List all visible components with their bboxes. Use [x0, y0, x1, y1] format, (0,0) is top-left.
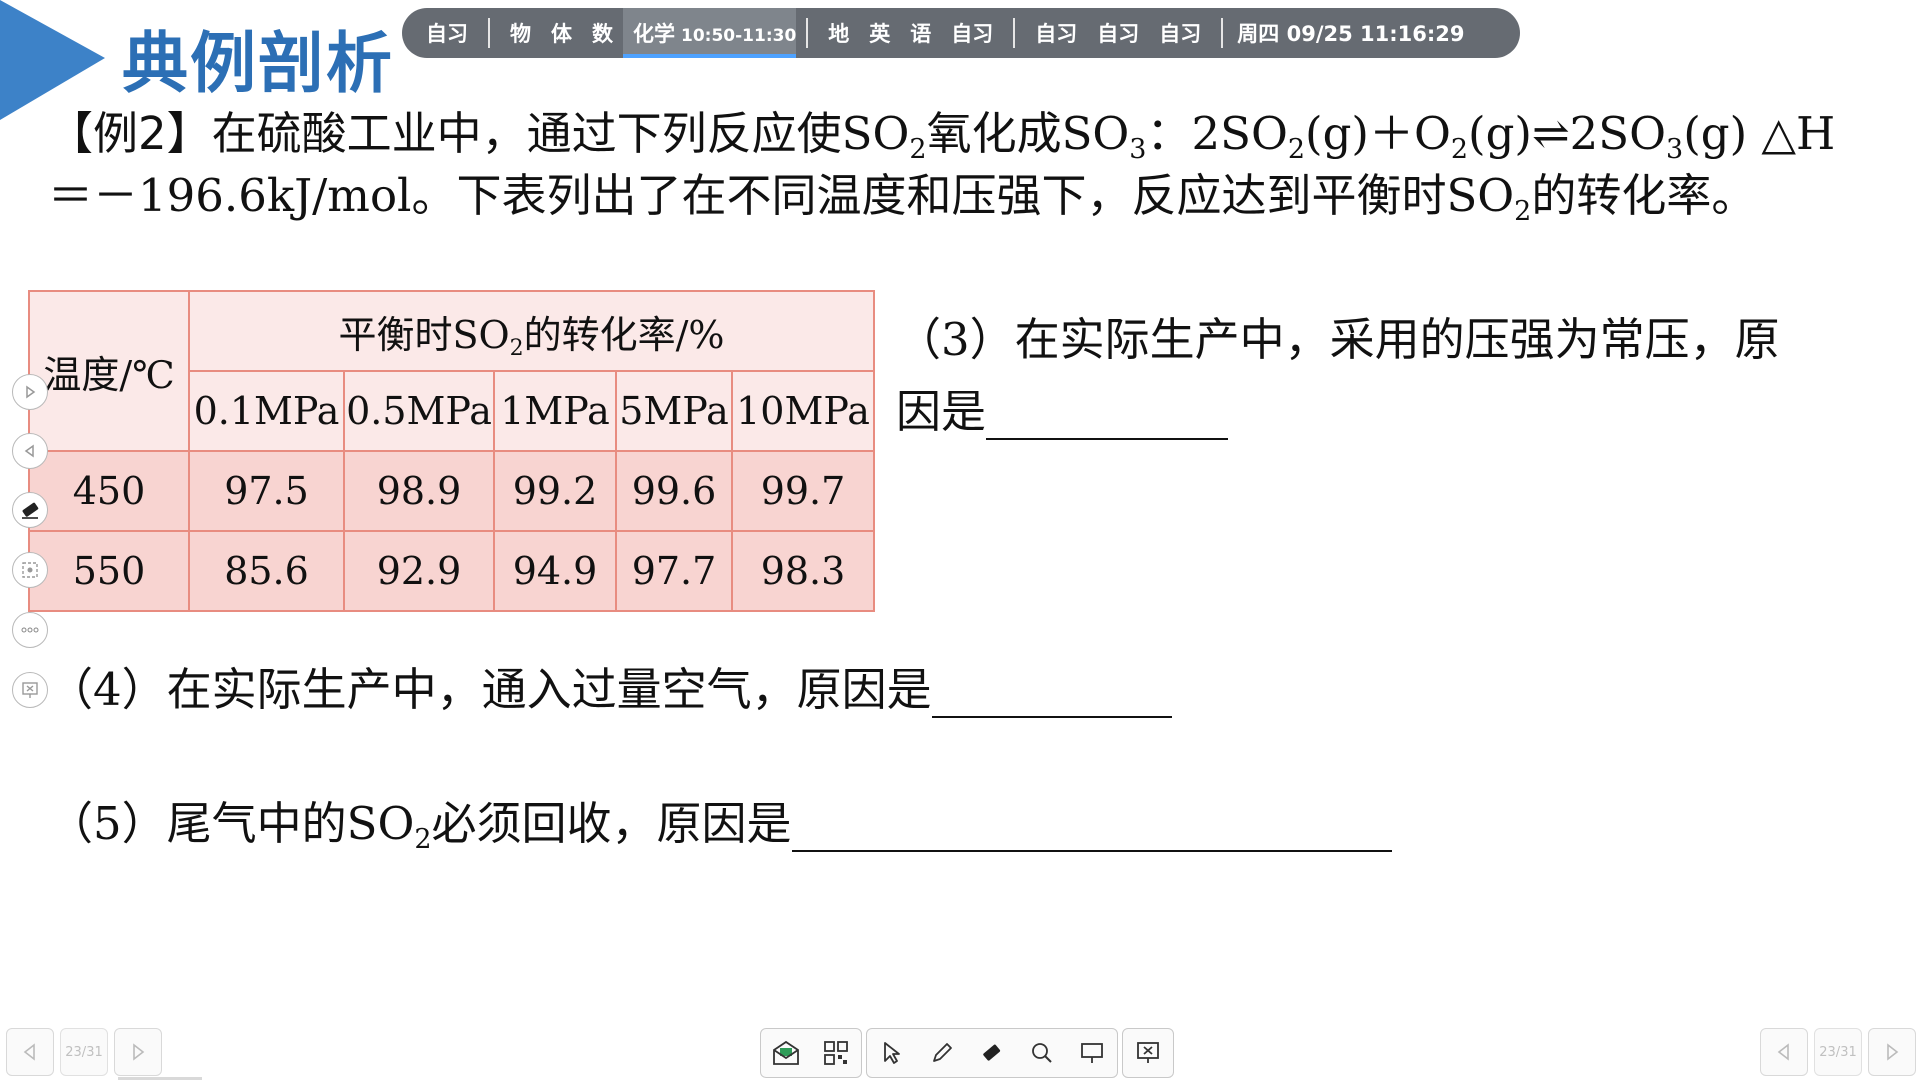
answer-blank[interactable]: [931, 668, 1172, 718]
rate-cell: 92.9: [343, 530, 495, 612]
play-icon: [26, 385, 36, 399]
eraser-side-button[interactable]: [12, 492, 48, 528]
bottom-toolbar: [760, 1028, 1174, 1078]
schedule-slot[interactable]: 英: [859, 18, 900, 48]
header-arrow-shape: [0, 0, 105, 120]
pen-icon: [933, 1043, 952, 1062]
schedule-slot[interactable]: 自习: [941, 18, 1003, 48]
cursor-icon: [884, 1042, 900, 1064]
schedule-slot[interactable]: 语: [900, 18, 941, 48]
temperature-header: 温度/℃: [28, 290, 190, 452]
conversion-rate-header: 平衡时SO2的转化率/%: [188, 290, 875, 372]
pager-left: 23/31: [6, 1028, 162, 1076]
grid-icon: [824, 1041, 848, 1065]
table-row: 550 85.6 92.9 94.9 97.7 98.3: [28, 530, 875, 612]
temperature-cell: 550: [28, 530, 190, 612]
toolbar-group-exit: [1122, 1028, 1174, 1078]
eraser-icon: [22, 502, 39, 519]
pressure-header: 0.5MPa: [343, 370, 495, 452]
pressure-header: 10MPa: [731, 370, 875, 452]
back-icon: [24, 444, 34, 458]
schedule-slot[interactable]: 自习: [1087, 18, 1149, 48]
triangle-left-icon: [23, 1043, 35, 1061]
schedule-divider: [488, 18, 490, 48]
answer-blank[interactable]: [986, 390, 1229, 440]
whiteboard-icon: [1081, 1043, 1103, 1063]
rate-cell: 98.3: [731, 530, 875, 612]
triangle-right-icon: [1887, 1043, 1899, 1061]
current-subject: 化学: [633, 22, 675, 46]
schedule-divider: [1013, 18, 1016, 48]
schedule-slot[interactable]: 自习: [1149, 18, 1211, 48]
problem-line-2: ＝－196.6kJ/mol。下表列出了在不同温度和压强下，反应达到平衡时SO2的…: [48, 169, 1757, 227]
rate-cell: 99.7: [731, 450, 875, 532]
schedule-slot[interactable]: 物: [500, 18, 541, 48]
pressure-header: 1MPa: [493, 370, 617, 452]
question-3-line-1: （3）在实际生产中，采用的压强为常压，原: [896, 313, 1780, 366]
rate-cell: 99.6: [615, 450, 733, 532]
screen-select-side-button[interactable]: [12, 552, 48, 588]
end-slideshow-button[interactable]: [1123, 1029, 1173, 1077]
classroom-tool-button[interactable]: [761, 1029, 811, 1077]
select-tool-button[interactable]: [867, 1029, 917, 1077]
schedule-divider: [1221, 18, 1224, 48]
magnifier-icon: [1032, 1043, 1052, 1063]
answer-blank[interactable]: [791, 802, 1392, 852]
temperature-cell: 450: [28, 450, 190, 532]
slide-indicator[interactable]: 23/31: [60, 1028, 108, 1076]
apps-button[interactable]: [811, 1029, 861, 1077]
prev-slide-button[interactable]: [1760, 1028, 1808, 1076]
question-3-line-2: 因是: [896, 384, 1229, 440]
more-icon: [21, 627, 39, 633]
rate-cell: 97.5: [188, 450, 345, 532]
schedule-slot[interactable]: 自习: [416, 18, 478, 48]
schedule-slot[interactable]: 体: [541, 18, 582, 48]
page-title: 典例剖析: [122, 25, 394, 102]
whiteboard-tool-button[interactable]: [1067, 1029, 1117, 1077]
prev-page-side-button[interactable]: [12, 433, 48, 469]
next-page-side-button[interactable]: [12, 374, 48, 410]
schedule-slot[interactable]: 数: [582, 18, 623, 48]
next-slide-button[interactable]: [114, 1028, 162, 1076]
schedule-slot[interactable]: 自习: [1025, 18, 1087, 48]
pressure-header: 0.1MPa: [188, 370, 345, 452]
envelope-icon: [773, 1040, 799, 1065]
triangle-left-icon: [1777, 1043, 1789, 1061]
pen-tool-button[interactable]: [917, 1029, 967, 1077]
rate-cell: 98.9: [343, 450, 495, 532]
close-slideshow-icon: [22, 682, 38, 698]
eraser-tool-button[interactable]: [967, 1029, 1017, 1077]
zoom-tool-button[interactable]: [1017, 1029, 1067, 1077]
schedule-slot[interactable]: 地: [818, 18, 859, 48]
problem-line-1: 【例2】在硫酸工业中，通过下列反应使SO2氧化成SO3：2SO2(g)＋O2(g…: [48, 107, 1836, 165]
rate-cell: 99.2: [493, 450, 617, 532]
conversion-rate-table: 温度/℃ 平衡时SO2的转化率/% 0.1MPa 0.5MPa 1MPa 5MP…: [28, 290, 875, 612]
triangle-right-icon: [133, 1043, 145, 1061]
schedule-slot-current[interactable]: 化学 10:50-11:30: [623, 8, 797, 58]
question-5: （5）尾气中的SO2必须回收，原因是: [48, 796, 1392, 853]
more-side-button[interactable]: [12, 612, 48, 648]
eraser-icon: [983, 1044, 1001, 1061]
end-slideshow-icon: [1137, 1042, 1159, 1063]
schedule-divider: [806, 18, 809, 48]
toolbar-group-annotate: [866, 1028, 1118, 1078]
selection-icon: [22, 562, 38, 578]
close-presentation-side-button[interactable]: [12, 672, 48, 708]
pager-right: 23/31: [1760, 1028, 1916, 1076]
rate-cell: 85.6: [188, 530, 345, 612]
prev-slide-button[interactable]: [6, 1028, 54, 1076]
question-4: （4）在实际生产中，通入过量空气，原因是: [48, 662, 1172, 718]
rate-cell: 97.7: [615, 530, 733, 612]
date-time-display: 周四 09/25 11:16:29: [1237, 22, 1465, 46]
table-row: 450 97.5 98.9 99.2 99.6 99.7: [28, 450, 875, 532]
pressure-header: 5MPa: [615, 370, 733, 452]
rate-cell: 94.9: [493, 530, 617, 612]
next-slide-button[interactable]: [1868, 1028, 1916, 1076]
current-time-range: 10:50-11:30: [681, 26, 797, 46]
toolbar-group-apps: [760, 1028, 862, 1078]
slide-indicator[interactable]: 23/31: [1814, 1028, 1862, 1076]
class-schedule-bar: 自习 物 体 数 化学 10:50-11:30 地 英 语 自习 自习 自习 自习…: [402, 8, 1520, 58]
